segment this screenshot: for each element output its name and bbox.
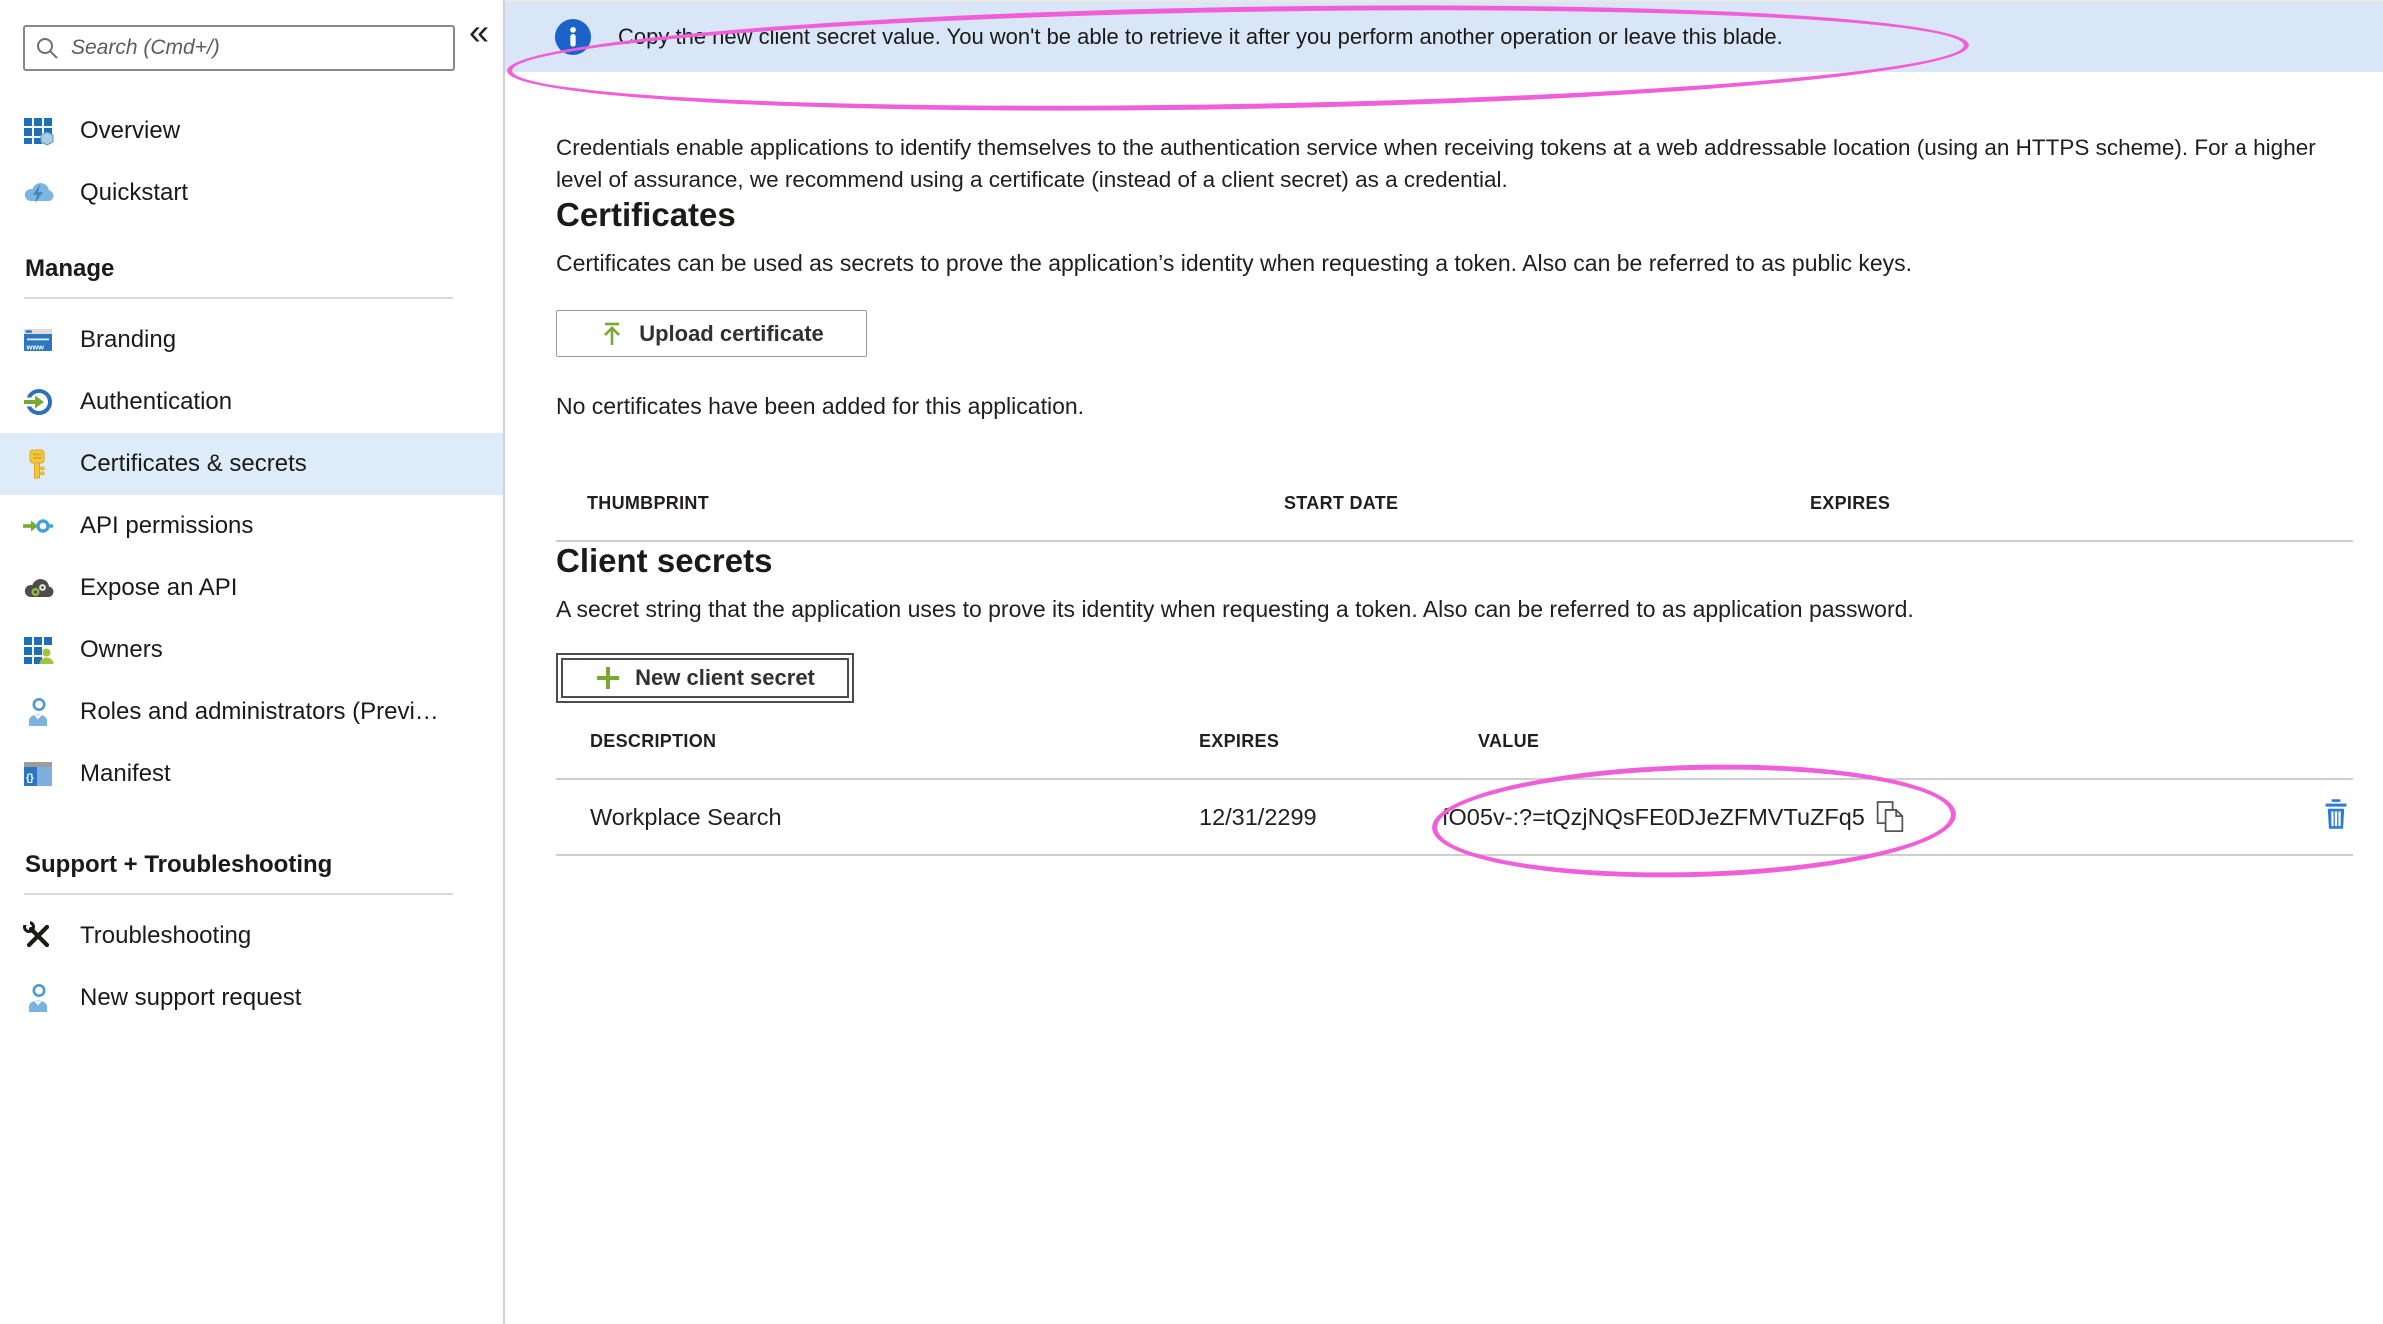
credentials-intro-text: Credentials enable applications to ident… [556,132,2346,196]
column-header-value: VALUE [1478,731,2273,752]
secret-value-text: fO05v-:?=tQzjNQsFE0DJeZFMVTuZFq5 [1442,804,1865,831]
section-header: Manage [0,255,503,283]
sidebar-section-support: Support + Troubleshooting [0,851,503,895]
new-client-secret-button[interactable]: New client secret [561,658,849,698]
divider [24,893,453,895]
sidebar-item-roles-administrators[interactable]: Roles and administrators (Previ… [0,681,503,743]
upload-certificate-label: Upload certificate [639,321,824,347]
client-secrets-table-header: DESCRIPTION EXPIRES VALUE [556,731,2353,780]
search-box [23,25,455,71]
svg-text:{}: {} [26,773,34,784]
sidebar-item-label: Expose an API [80,574,237,602]
sidebar-nav: Overview Quickstart Manage www Branding [0,100,503,1029]
column-header-description: DESCRIPTION [556,731,1199,752]
sidebar-item-expose-api[interactable]: Expose an API [0,557,503,619]
api-permissions-icon [22,510,54,542]
collapse-sidebar-button[interactable]: « [469,14,489,50]
troubleshooting-icon [22,920,54,952]
sidebar-item-label: Owners [80,636,163,664]
secret-value-cell: fO05v-:?=tQzjNQsFE0DJeZFMVTuZFq5 [1442,800,2273,834]
sidebar-item-troubleshooting[interactable]: Troubleshooting [0,905,503,967]
upload-icon [599,321,625,347]
sidebar-item-authentication[interactable]: Authentication [0,371,503,433]
key-icon [22,448,54,480]
certificates-description: Certificates can be used as secrets to p… [556,250,2353,277]
search-input[interactable] [23,25,455,71]
sidebar-section-manage: Manage [0,255,503,299]
sidebar: « Overview Quickstart Manage ww [0,0,505,1324]
sidebar-item-label: Authentication [80,388,232,416]
column-header-thumbprint: THUMBPRINT [556,493,1284,514]
sidebar-item-label: Roles and administrators (Previ… [80,698,439,726]
sidebar-item-new-support-request[interactable]: New support request [0,967,503,1029]
roles-icon [22,696,54,728]
certificates-title: Certificates [556,196,2353,234]
new-client-secret-focus-ring: New client secret [556,653,854,703]
authentication-icon [22,386,54,418]
quickstart-icon [22,177,54,209]
manifest-icon: {} [22,758,54,790]
sidebar-item-overview[interactable]: Overview [0,100,503,162]
search-icon [33,34,61,62]
column-header-expires: EXPIRES [1810,493,2353,514]
owners-icon [22,634,54,666]
column-header-start-date: START DATE [1284,493,1810,514]
secret-description-cell: Workplace Search [556,804,1199,831]
new-client-secret-label: New client secret [635,665,815,691]
sidebar-item-label: Troubleshooting [80,922,251,950]
info-banner-message: Copy the new client secret value. You wo… [618,24,1783,50]
section-header: Support + Troubleshooting [0,851,503,879]
sidebar-item-label: Branding [80,326,176,354]
sidebar-item-api-permissions[interactable]: API permissions [0,495,503,557]
sidebar-item-label: Manifest [80,760,171,788]
svg-text:www: www [26,343,45,352]
sidebar-item-label: Overview [80,117,180,145]
sidebar-item-label: New support request [80,984,301,1012]
sidebar-item-manifest[interactable]: {} Manifest [0,743,503,805]
secret-expires-cell: 12/31/2299 [1199,804,1478,831]
info-banner: Copy the new client secret value. You wo… [505,2,2383,72]
column-header-expires: EXPIRES [1199,731,1478,752]
client-secrets-title: Client secrets [556,542,2353,580]
plus-icon [595,665,621,691]
overview-icon [22,115,54,147]
sidebar-item-label: API permissions [80,512,253,540]
expose-api-icon [22,572,54,604]
sidebar-item-branding[interactable]: www Branding [0,309,503,371]
branding-icon: www [22,324,54,356]
main-panel: Copy the new client secret value. You wo… [505,0,2383,1324]
sidebar-item-label: Quickstart [80,179,188,207]
divider [24,297,453,299]
client-secrets-description: A secret string that the application use… [556,596,2353,623]
sidebar-item-certificates-secrets[interactable]: Certificates & secrets [0,433,503,495]
copy-icon[interactable] [1875,800,1905,834]
info-icon [554,18,592,56]
no-certificates-message: No certificates have been added for this… [556,393,2353,420]
certificates-table-header: THUMBPRINT START DATE EXPIRES [556,493,2353,542]
sidebar-item-label: Certificates & secrets [80,450,307,478]
sidebar-item-owners[interactable]: Owners [0,619,503,681]
main-content: Credentials enable applications to ident… [505,132,2383,856]
sidebar-item-quickstart[interactable]: Quickstart [0,162,503,224]
app-registration-blade: « Overview Quickstart Manage ww [0,0,2383,1324]
support-request-icon [22,982,54,1014]
client-secret-row: Workplace Search 12/31/2299 fO05v-:?=tQz… [556,780,2353,856]
delete-secret-trash-icon[interactable] [2323,799,2349,829]
upload-certificate-button[interactable]: Upload certificate [556,310,867,357]
